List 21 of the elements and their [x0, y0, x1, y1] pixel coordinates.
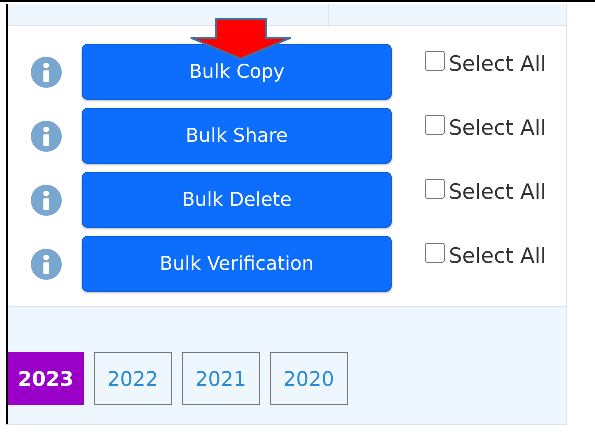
year-tab[interactable]: 2020	[270, 352, 348, 405]
select-all-checkbox[interactable]	[425, 115, 445, 135]
checkbox-label: Select All	[449, 243, 546, 269]
select-all-checkbox[interactable]	[425, 51, 445, 71]
checkbox-label: Select All	[449, 115, 546, 141]
info-icon[interactable]	[31, 56, 62, 88]
select-all-checkbox[interactable]	[425, 243, 445, 263]
year-tab[interactable]: 2021	[182, 352, 260, 405]
info-icon[interactable]	[31, 184, 62, 216]
info-icon[interactable]	[31, 120, 62, 152]
select-all-checkbox[interactable]	[425, 179, 445, 199]
bulk-action-button[interactable]: Bulk Verification	[82, 236, 392, 292]
checkbox-label: Select All	[449, 51, 546, 77]
bulk-action-button[interactable]: Bulk Share	[82, 108, 392, 164]
checkbox-label: Select All	[449, 179, 546, 205]
bulk-action-button[interactable]: Bulk Copy	[82, 44, 392, 100]
bulk-action-button[interactable]: Bulk Delete	[82, 172, 392, 228]
year-tab[interactable]: 2023	[8, 352, 84, 405]
year-tab[interactable]: 2022	[94, 352, 172, 405]
down-arrow-icon	[190, 18, 292, 60]
info-icon[interactable]	[31, 248, 62, 280]
